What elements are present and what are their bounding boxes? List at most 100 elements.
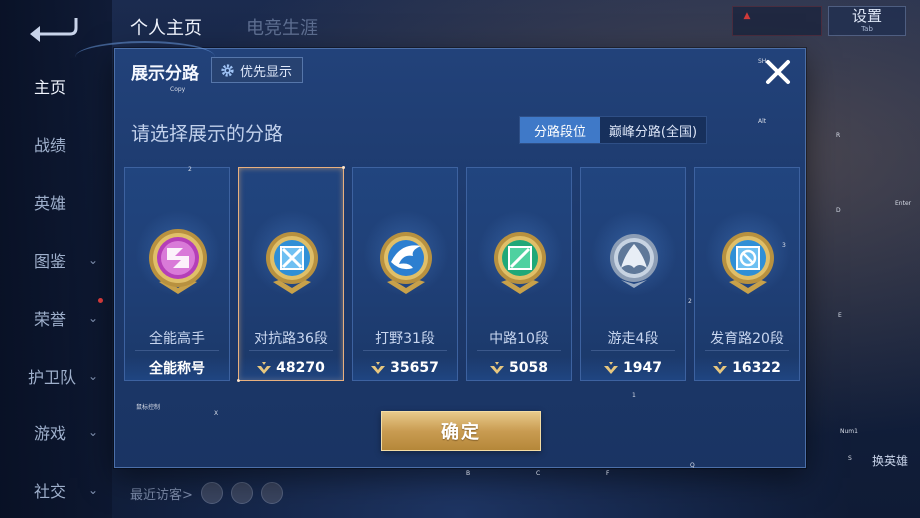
rank-type-toggle: 分路段位 巅峰分路(全国): [519, 116, 707, 144]
clash-lane-emblem-icon: [266, 232, 318, 294]
jungle-emblem-icon: [380, 232, 432, 294]
key-hint: Q: [690, 462, 695, 469]
key-hint: Alt: [758, 118, 767, 125]
chevron-down-icon: ⌄: [88, 425, 99, 439]
confirm-button[interactable]: 确定: [381, 411, 541, 451]
sidebar-item-record[interactable]: 战绩: [0, 124, 112, 164]
lane-card-jungle[interactable]: 打野31段 35657: [352, 167, 458, 381]
switch-hero-label: 换英雄: [871, 454, 908, 468]
card-lane-name: 对抗路36段: [254, 331, 328, 347]
divider: [249, 350, 333, 351]
sidebar-item-codex[interactable]: 图鉴 ⌄: [0, 240, 112, 280]
card-lane-name: 全能高手: [149, 331, 205, 347]
sidebar-item-social[interactable]: 社交 ⌄: [0, 470, 112, 510]
lane-card-mid[interactable]: 中路10段 5058: [466, 167, 572, 381]
sidebar-item-games[interactable]: 游戏 ⌄: [0, 412, 112, 452]
key-hint: B: [466, 470, 471, 477]
card-lane-name: 发育路20段: [710, 331, 784, 347]
sidebar-item-honor[interactable]: 荣誉 ⌄: [0, 298, 112, 338]
sidebar-item-label: 英雄: [34, 194, 67, 213]
switch-hero-button[interactable]: 换英雄: [864, 452, 916, 469]
tab-lane-rank[interactable]: 分路段位: [520, 117, 600, 143]
gear-icon: [221, 63, 234, 77]
sidebar-item-label: 主页: [34, 78, 67, 97]
card-score: 16322: [695, 356, 799, 380]
key-hint: 2: [188, 166, 192, 173]
card-lane-name: 打野31段: [375, 331, 435, 347]
card-score-value: 35657: [390, 360, 439, 376]
allround-emblem-icon: [149, 229, 207, 294]
settings-button[interactable]: 设置 Tab: [828, 6, 906, 36]
rank-points-icon: [604, 362, 619, 374]
priority-display-button[interactable]: 优先显示: [211, 57, 304, 83]
divider: [363, 350, 447, 351]
avatar[interactable]: [200, 482, 223, 504]
key-hint: X: [214, 410, 219, 417]
corner-sparkle: [342, 166, 345, 169]
sidebar-item-guard[interactable]: 护卫队 ⌄: [0, 356, 112, 396]
recent-visitors[interactable]: 最近访客>: [130, 482, 283, 504]
lane-card-farm[interactable]: 发育路20段 16322: [694, 167, 800, 381]
close-icon: [766, 60, 790, 84]
notification-dot: [98, 298, 103, 303]
lane-card-clash[interactable]: 对抗路36段 48270: [237, 166, 345, 382]
divider: [477, 350, 561, 351]
key-hint: Copy: [170, 86, 186, 93]
key-hint: Enter: [895, 200, 912, 207]
card-score: 1947: [581, 356, 685, 380]
key-hint: F: [606, 470, 610, 477]
sidebar-item-label: 护卫队: [28, 368, 77, 387]
rank-points-icon: [490, 362, 505, 374]
tab-esports[interactable]: 电竞生涯: [246, 14, 318, 40]
key-hint: 2: [688, 298, 692, 305]
sidebar-item-label: 社交: [34, 482, 67, 501]
tab-profile[interactable]: 个人主页: [130, 14, 202, 40]
lane-card-roam[interactable]: 游走4段 1947: [580, 167, 686, 381]
chevron-down-icon: ⌄: [88, 483, 99, 497]
sidebar-item-home[interactable]: 主页: [0, 66, 112, 106]
rank-points-icon: [713, 362, 728, 374]
back-icon[interactable]: [26, 12, 78, 42]
card-score: 48270: [239, 356, 343, 380]
settings-label: 设置: [851, 7, 882, 25]
card-score: 5058: [467, 356, 571, 380]
vip-badge[interactable]: ▲: [732, 6, 822, 36]
key-hint: Num1: [840, 428, 858, 435]
rank-points-icon: [257, 362, 272, 374]
sidebar-item-label: 游戏: [34, 424, 67, 443]
dialog-title: 展示分路: [131, 64, 199, 84]
card-score: 35657: [353, 356, 457, 380]
avatar[interactable]: [230, 482, 253, 504]
mid-lane-emblem-icon: [494, 232, 546, 294]
sidebar-item-heroes[interactable]: 英雄: [0, 182, 112, 222]
card-score: 全能称号: [125, 356, 229, 380]
rank-points-icon: [371, 362, 386, 374]
card-score-value: 1947: [623, 360, 662, 376]
key-hint: SH: [758, 58, 767, 65]
avatar[interactable]: [260, 482, 283, 504]
roam-emblem-icon: [610, 234, 658, 288]
key-hint: 1: [632, 392, 636, 399]
dialog-prompt: 请选择展示的分路: [131, 123, 284, 145]
key-hint: D: [836, 207, 841, 214]
tab-peak-lane[interactable]: 巅峰分路(全国): [600, 117, 706, 143]
card-score-value: 全能称号: [149, 361, 205, 377]
sidebar-item-label: 战绩: [34, 136, 67, 155]
key-hint: 3: [782, 242, 786, 249]
sidebar-item-label: 荣誉: [34, 310, 67, 329]
vip-icon: ▲: [743, 11, 751, 21]
priority-display-label: 优先显示: [240, 64, 293, 80]
farm-lane-emblem-icon: [722, 232, 774, 294]
key-hint: 鼠标控制: [136, 404, 161, 411]
sidebar: 主页 战绩 英雄 图鉴 ⌄ 荣誉 ⌄ 护卫队 ⌄ 游戏 ⌄ 社交 ⌄: [0, 0, 112, 518]
header-tabs: 个人主页 电竞生涯: [130, 14, 318, 40]
key-hint: E: [838, 312, 842, 319]
card-lane-name: 游走4段: [607, 331, 659, 347]
lane-display-dialog: 展示分路 优先显示 请选择展示的分路 分路段位 巅峰分路(全国) 全能高手 全能…: [75, 41, 806, 468]
divider: [135, 350, 219, 351]
card-lane-name: 中路10段: [489, 331, 549, 347]
divider: [705, 350, 789, 351]
recent-visitors-label: 最近访客>: [130, 487, 193, 503]
lane-card-allround[interactable]: 全能高手 全能称号: [124, 167, 230, 381]
chevron-down-icon: ⌄: [88, 369, 99, 383]
